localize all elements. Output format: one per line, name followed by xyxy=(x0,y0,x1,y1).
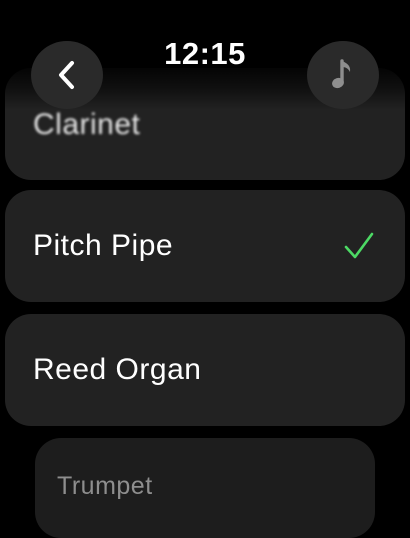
checkmark-icon xyxy=(344,232,374,259)
list-item-trumpet[interactable]: Trumpet xyxy=(35,438,375,538)
list-item-pitch-pipe[interactable]: Pitch Pipe xyxy=(5,190,405,302)
instrument-label: Reed Organ xyxy=(33,353,202,386)
music-button[interactable] xyxy=(307,41,379,109)
instrument-label: Clarinet xyxy=(33,108,141,141)
music-note-icon xyxy=(332,59,351,89)
list-item-reed-organ[interactable]: Reed Organ xyxy=(5,314,405,426)
instrument-label: Trumpet xyxy=(57,472,153,500)
instrument-label: Pitch Pipe xyxy=(33,229,174,262)
